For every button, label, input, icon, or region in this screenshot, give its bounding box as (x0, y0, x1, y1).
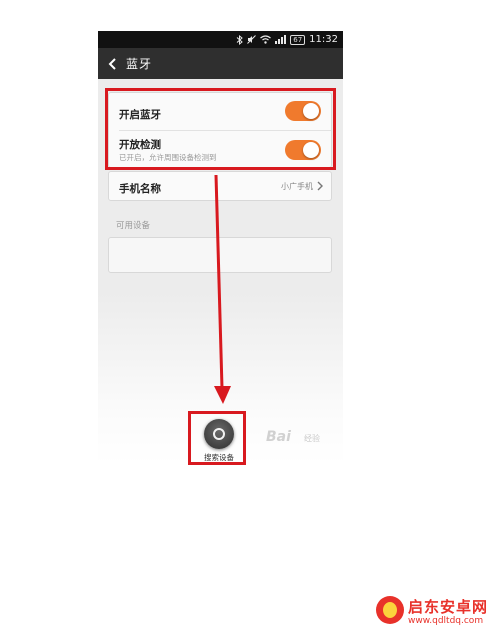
highlight-box-toggles (105, 88, 336, 170)
available-devices-list (108, 237, 332, 273)
phone-name-row[interactable]: 手机名称 小广手机 (108, 171, 332, 201)
mute-icon (247, 35, 257, 44)
watermark-sub: 经验 (304, 434, 320, 443)
wifi-icon (260, 35, 272, 44)
clock: 11:32 (309, 34, 338, 45)
bluetooth-icon (236, 34, 244, 45)
site-logo: 启东安卓网 www.qdltdq.com (376, 596, 500, 632)
phone-name-label: 手机名称 (119, 183, 161, 195)
status-bar: 67 11:32 (98, 31, 343, 48)
available-devices-label: 可用设备 (116, 221, 151, 231)
chevron-right-icon (317, 181, 323, 191)
title-bar: 蓝牙 (98, 48, 343, 79)
battery-level: 67 (290, 34, 306, 45)
logo-inner-shape (383, 602, 397, 618)
logo-name: 启东安卓网 (408, 598, 489, 616)
signal-icon (275, 35, 287, 44)
logo-icon (376, 596, 404, 624)
highlight-box-search (188, 411, 246, 465)
watermark-logo: Bai (266, 429, 291, 445)
back-arrow-icon[interactable] (106, 57, 120, 71)
logo-url: www.qdltdq.com (408, 616, 484, 626)
page-title: 蓝牙 (126, 57, 153, 71)
phone-name-value: 小广手机 (281, 182, 313, 191)
